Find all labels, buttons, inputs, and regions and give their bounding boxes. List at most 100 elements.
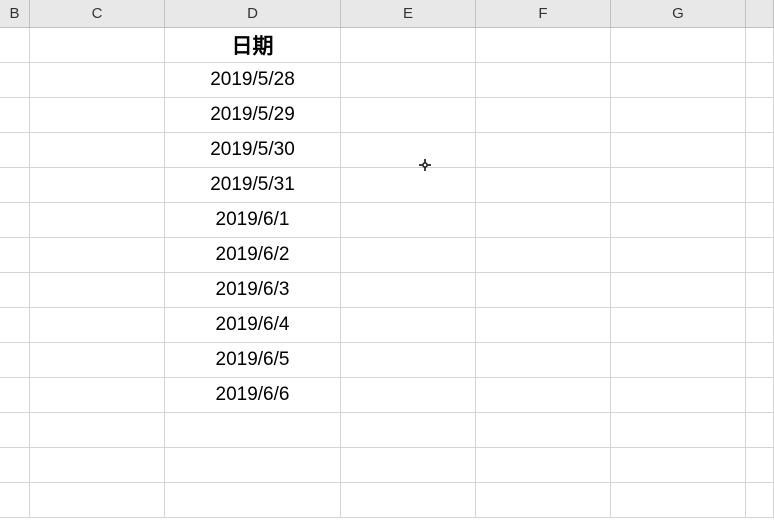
cell[interactable]	[341, 308, 476, 342]
cell[interactable]	[165, 483, 341, 517]
cell[interactable]	[30, 448, 165, 482]
cell[interactable]	[0, 63, 30, 97]
cell[interactable]	[0, 98, 30, 132]
column-header-G[interactable]: G	[611, 0, 746, 27]
cell[interactable]	[476, 308, 611, 342]
cell[interactable]	[341, 413, 476, 447]
cell[interactable]	[476, 168, 611, 202]
cell[interactable]	[476, 28, 611, 62]
date-cell[interactable]: 2019/5/30	[165, 133, 341, 167]
cell[interactable]	[341, 483, 476, 517]
date-cell[interactable]: 2019/6/1	[165, 203, 341, 237]
date-cell[interactable]: 2019/6/6	[165, 378, 341, 412]
cell[interactable]	[476, 448, 611, 482]
cell[interactable]	[341, 168, 476, 202]
cell[interactable]	[746, 63, 774, 97]
cell[interactable]	[746, 28, 774, 62]
cell[interactable]	[611, 63, 746, 97]
cell[interactable]	[476, 98, 611, 132]
cell[interactable]	[341, 133, 476, 167]
date-cell[interactable]: 2019/5/28	[165, 63, 341, 97]
cell[interactable]	[341, 238, 476, 272]
cell[interactable]	[476, 273, 611, 307]
cell[interactable]	[30, 168, 165, 202]
cell[interactable]	[341, 378, 476, 412]
cell[interactable]	[30, 413, 165, 447]
cell[interactable]	[611, 168, 746, 202]
cell[interactable]	[30, 308, 165, 342]
cell[interactable]	[0, 378, 30, 412]
date-cell[interactable]: 2019/5/31	[165, 168, 341, 202]
cell[interactable]	[746, 238, 774, 272]
cell[interactable]	[30, 28, 165, 62]
cell[interactable]	[0, 28, 30, 62]
cell[interactable]	[0, 483, 30, 517]
cell[interactable]	[476, 133, 611, 167]
cell[interactable]	[341, 63, 476, 97]
cell[interactable]	[165, 413, 341, 447]
cell[interactable]	[30, 203, 165, 237]
cell[interactable]	[611, 483, 746, 517]
cell[interactable]	[611, 413, 746, 447]
cell[interactable]	[341, 203, 476, 237]
cell[interactable]	[165, 448, 341, 482]
cell[interactable]	[476, 378, 611, 412]
cell[interactable]	[30, 238, 165, 272]
column-header-F[interactable]: F	[476, 0, 611, 27]
cell[interactable]	[611, 203, 746, 237]
cell[interactable]	[476, 238, 611, 272]
cell[interactable]	[0, 273, 30, 307]
cell[interactable]	[0, 448, 30, 482]
cell[interactable]	[476, 63, 611, 97]
cell[interactable]	[476, 483, 611, 517]
cell[interactable]	[0, 413, 30, 447]
cell[interactable]	[611, 238, 746, 272]
cell[interactable]	[341, 343, 476, 377]
cell[interactable]	[0, 343, 30, 377]
cell[interactable]	[0, 168, 30, 202]
cell[interactable]	[611, 133, 746, 167]
cell[interactable]	[30, 343, 165, 377]
column-header-B[interactable]: B	[0, 0, 30, 27]
cell[interactable]	[746, 483, 774, 517]
cell[interactable]	[30, 273, 165, 307]
cell[interactable]	[746, 203, 774, 237]
date-cell[interactable]: 2019/6/5	[165, 343, 341, 377]
column-header-D[interactable]: D	[165, 0, 341, 27]
date-header-cell[interactable]: 日期	[165, 28, 341, 62]
cell[interactable]	[746, 308, 774, 342]
column-header-C[interactable]: C	[30, 0, 165, 27]
cell[interactable]	[611, 308, 746, 342]
cell[interactable]	[0, 203, 30, 237]
cell[interactable]	[341, 28, 476, 62]
cell[interactable]	[0, 308, 30, 342]
cell[interactable]	[0, 133, 30, 167]
cell[interactable]	[30, 63, 165, 97]
cell[interactable]	[30, 483, 165, 517]
cell[interactable]	[611, 343, 746, 377]
cell[interactable]	[341, 273, 476, 307]
cell[interactable]	[30, 133, 165, 167]
column-header-H[interactable]	[746, 0, 774, 27]
cell[interactable]	[746, 343, 774, 377]
cell[interactable]	[30, 378, 165, 412]
date-cell[interactable]: 2019/6/3	[165, 273, 341, 307]
cell[interactable]	[30, 98, 165, 132]
cell[interactable]	[746, 98, 774, 132]
cell[interactable]	[746, 273, 774, 307]
cell[interactable]	[341, 448, 476, 482]
cell[interactable]	[476, 203, 611, 237]
cell[interactable]	[611, 448, 746, 482]
date-cell[interactable]: 2019/6/4	[165, 308, 341, 342]
date-cell[interactable]: 2019/6/2	[165, 238, 341, 272]
cell[interactable]	[611, 98, 746, 132]
cell[interactable]	[746, 448, 774, 482]
cell[interactable]	[746, 168, 774, 202]
cell[interactable]	[341, 98, 476, 132]
cell[interactable]	[611, 28, 746, 62]
column-header-E[interactable]: E	[341, 0, 476, 27]
cell[interactable]	[746, 133, 774, 167]
cell[interactable]	[476, 413, 611, 447]
cell[interactable]	[611, 378, 746, 412]
cell[interactable]	[611, 273, 746, 307]
